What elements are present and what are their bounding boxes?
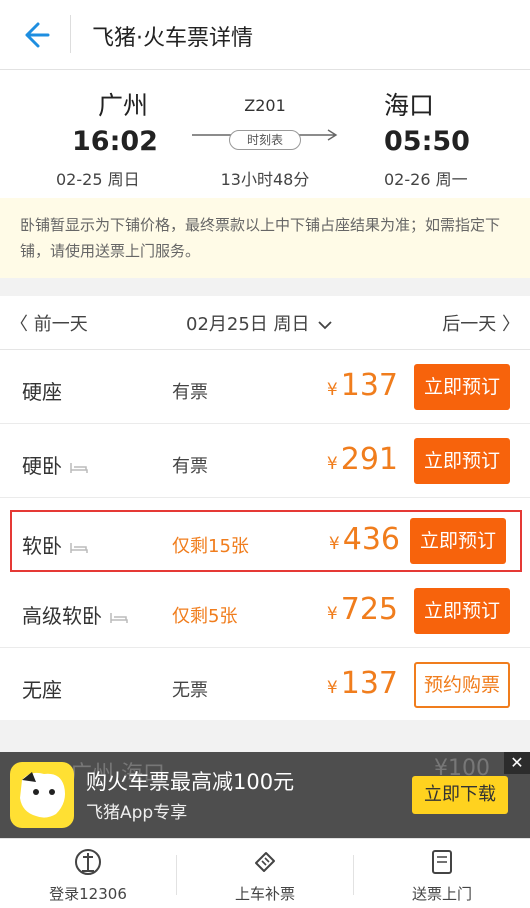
- fliggy-logo-icon: [10, 762, 74, 828]
- price-value: 291: [340, 442, 398, 477]
- ticket-availability: 无票: [172, 680, 208, 701]
- seat-type: 软卧: [22, 530, 88, 559]
- currency-symbol: ¥: [326, 678, 338, 698]
- seat-row-hard-sleeper: 硬卧 有票 ¥291 立即预订: [0, 424, 530, 498]
- berth-notice: 卧铺暂显示为下铺价格，最终票款以上中下铺占座结果为准；如需指定下铺，请使用送票上…: [0, 198, 530, 278]
- seat-type: 硬座: [22, 380, 62, 404]
- arrival-city: 海口: [384, 91, 435, 120]
- seat-type: 硬卧: [22, 450, 88, 479]
- departure-date: 02-25 周日: [56, 170, 140, 189]
- schedule-button[interactable]: 时刻表: [229, 130, 301, 150]
- currency-symbol: ¥: [326, 380, 338, 400]
- departure-time: 16:02: [72, 126, 158, 157]
- next-day-button[interactable]: 后一天 〉: [442, 310, 520, 336]
- page-title: 飞猪·火车票详情: [92, 26, 253, 51]
- seat-type-label: 硬卧: [22, 454, 62, 478]
- tab-label: 上车补票: [234, 885, 295, 903]
- close-icon[interactable]: ✕: [504, 752, 530, 774]
- currency-symbol: ¥: [326, 454, 338, 474]
- ticket-price: ¥436: [329, 522, 400, 557]
- ticket-price: ¥291: [327, 442, 398, 477]
- ticket-price: ¥137: [327, 666, 398, 701]
- seat-row-standing: 无座 无票 ¥137 预约购票: [0, 648, 530, 722]
- ticket-availability: 仅剩15张: [172, 536, 249, 557]
- seat-row-hard-seat: 硬座 有票 ¥137 立即预订: [0, 350, 530, 424]
- seat-type-label: 软卧: [22, 534, 62, 558]
- tab-login-12306[interactable]: 登录12306: [0, 847, 176, 907]
- seat-type: 无座: [22, 678, 62, 702]
- train-number: Z201: [244, 96, 286, 115]
- header-divider: [70, 15, 71, 53]
- chevron-down-icon: [318, 321, 332, 330]
- bottom-tab-bar: 登录12306 上车补票 送票上门: [0, 838, 530, 908]
- download-button[interactable]: 立即下载: [412, 776, 508, 814]
- fliggy-mascot-icon: [20, 772, 65, 818]
- railway-logo-icon: [75, 849, 101, 875]
- currency-symbol: ¥: [328, 534, 340, 554]
- tab-label: 登录12306: [49, 885, 127, 903]
- price-value: 137: [340, 666, 398, 701]
- tab-ticket-delivery[interactable]: 送票上门: [354, 847, 530, 907]
- arrival-time: 05:50: [384, 126, 470, 157]
- route-info: 广州 16:02 02-25 周日 Z201 时刻表 13小时48分 海口 05…: [0, 70, 530, 198]
- app-download-banner[interactable]: 广州 海口 ¥100 购火车票最高减100元 飞猪App专享 立即下载 ✕: [0, 752, 530, 838]
- ticket-availability: 有票: [172, 456, 208, 477]
- ticket-availability: 仅剩5张: [172, 606, 238, 627]
- back-arrow-icon[interactable]: [18, 18, 52, 52]
- departure-city: 广州: [98, 91, 149, 120]
- seat-list: 硬座 有票 ¥137 立即预订 硬卧 有票 ¥291 立即预订 软卧 仅剩15张…: [0, 350, 530, 720]
- banner-title: 购火车票最高减100元: [86, 770, 295, 794]
- berth-icon: [70, 542, 88, 553]
- seat-row-soft-sleeper: 软卧 仅剩15张 ¥436 立即预订: [10, 510, 522, 572]
- berth-icon: [110, 612, 128, 623]
- reserve-ticket-button[interactable]: 预约购票: [414, 662, 510, 708]
- current-date-label: 02月25日 周日: [186, 314, 310, 335]
- banner-subtitle: 飞猪App专享: [86, 803, 188, 823]
- ticket-price: ¥725: [327, 592, 398, 627]
- app-header: 飞猪·火车票详情: [0, 0, 530, 70]
- date-selector: 〈 前一天 02月25日 周日 后一天 〉: [0, 296, 530, 350]
- tab-onboard-ticket[interactable]: 上车补票: [177, 847, 353, 907]
- berth-icon: [70, 462, 88, 473]
- delivery-ticket-icon: [432, 850, 452, 874]
- seat-type: 高级软卧: [22, 600, 128, 629]
- trip-duration: 13小时48分: [220, 170, 310, 189]
- book-now-button[interactable]: 立即预订: [414, 364, 510, 410]
- tab-label: 送票上门: [411, 885, 472, 903]
- currency-symbol: ¥: [326, 604, 338, 624]
- price-value: 436: [342, 522, 400, 557]
- ticket-price: ¥137: [327, 368, 398, 403]
- current-date-dropdown[interactable]: 02月25日 周日: [186, 310, 333, 336]
- arrival-date: 02-26 周一: [384, 170, 468, 189]
- seat-row-deluxe-soft-sleeper: 高级软卧 仅剩5张 ¥725 立即预订: [0, 574, 530, 648]
- book-now-button[interactable]: 立即预订: [410, 518, 506, 564]
- book-now-button[interactable]: 立即预订: [414, 438, 510, 484]
- price-value: 725: [340, 592, 398, 627]
- prev-day-button[interactable]: 〈 前一天: [10, 310, 88, 336]
- ticket-availability: 有票: [172, 382, 208, 403]
- seat-type-label: 高级软卧: [22, 604, 102, 628]
- ticket-icon: [255, 852, 275, 872]
- book-now-button[interactable]: 立即预订: [414, 588, 510, 634]
- price-value: 137: [340, 368, 398, 403]
